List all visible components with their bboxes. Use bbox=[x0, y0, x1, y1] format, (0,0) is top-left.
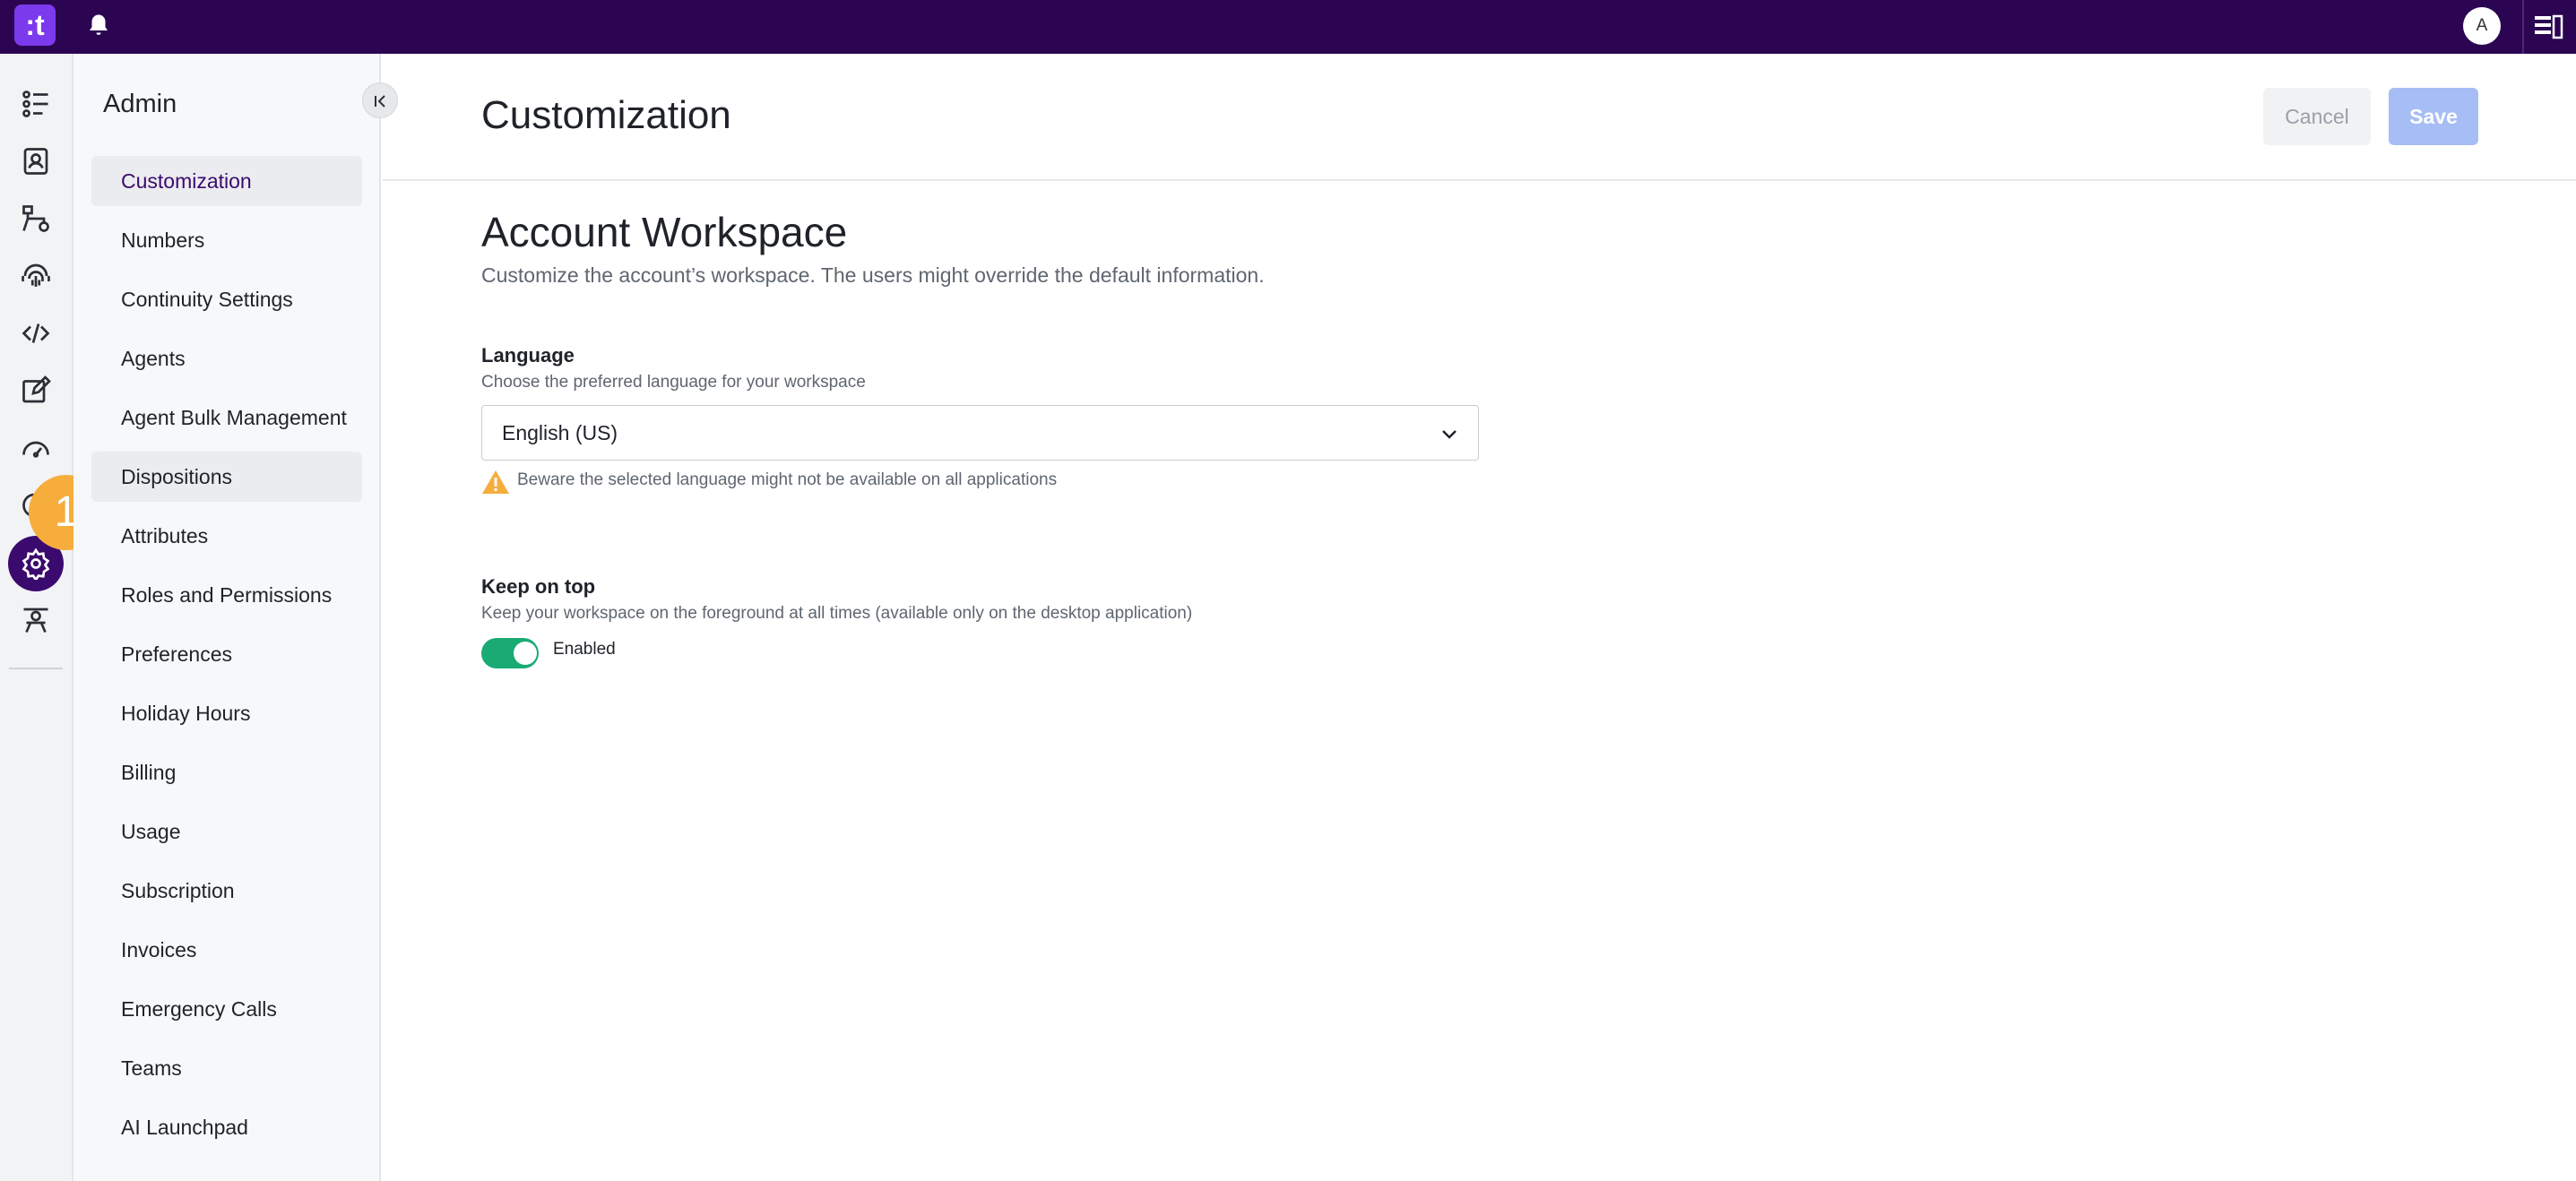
language-select-value: English (US) bbox=[502, 421, 618, 444]
sidebar-item-numbers[interactable]: Numbers bbox=[91, 215, 362, 265]
sidebar-item-dispositions[interactable]: Dispositions bbox=[91, 452, 362, 502]
cancel-button[interactable]: Cancel bbox=[2263, 88, 2371, 145]
flow-icon[interactable] bbox=[20, 203, 52, 235]
sidebar-item-roles-and-permissions[interactable]: Roles and Permissions bbox=[91, 570, 362, 620]
language-select[interactable]: English (US) bbox=[481, 405, 1479, 461]
edit-icon[interactable] bbox=[20, 375, 52, 407]
speedometer-icon[interactable] bbox=[20, 432, 52, 464]
fingerprint-icon[interactable] bbox=[20, 260, 52, 292]
section-title: Account Workspace bbox=[481, 209, 848, 255]
language-warning: Beware the selected language might not b… bbox=[517, 470, 1058, 489]
keep-on-top-toggle[interactable] bbox=[481, 638, 539, 668]
top-bar: :t A bbox=[0, 0, 2576, 54]
sidebar-item-invoices[interactable]: Invoices bbox=[91, 925, 362, 975]
sidebar-item-subscription[interactable]: Subscription bbox=[91, 866, 362, 916]
sidebar-title: Admin bbox=[103, 90, 177, 118]
save-button[interactable]: Save bbox=[2389, 88, 2478, 145]
topbar-divider bbox=[2522, 0, 2524, 54]
rail-divider bbox=[9, 668, 63, 669]
keep-on-top-label: Keep on top bbox=[481, 575, 596, 598]
sidebar-item-usage[interactable]: Usage bbox=[91, 806, 362, 857]
icon-rail: 1 bbox=[0, 54, 104, 1181]
code-icon[interactable] bbox=[20, 317, 52, 349]
keep-on-top-state: Enabled bbox=[553, 640, 616, 659]
main-content: Customization Cancel Save Account Worksp… bbox=[383, 54, 2576, 1181]
language-label: Language bbox=[481, 344, 575, 366]
sidebar-item-emergency-calls[interactable]: Emergency Calls bbox=[91, 984, 362, 1034]
list-icon[interactable] bbox=[20, 88, 52, 120]
contacts-book-icon[interactable] bbox=[20, 145, 52, 177]
language-help: Choose the preferred language for your w… bbox=[481, 373, 866, 392]
bell-icon[interactable] bbox=[85, 13, 112, 39]
sidebar-item-customization[interactable]: Customization bbox=[91, 156, 362, 206]
sidebar-item-continuity-settings[interactable]: Continuity Settings bbox=[91, 274, 362, 324]
admin-sidebar: Admin Customization Numbers Continuity S… bbox=[73, 54, 398, 1181]
chevron-down-icon bbox=[1442, 430, 1457, 439]
header-divider bbox=[383, 179, 2576, 181]
toggle-knob bbox=[514, 642, 537, 665]
avatar[interactable]: A bbox=[2463, 7, 2501, 45]
app-logo[interactable]: :t bbox=[14, 4, 56, 46]
sidebar-item-preferences[interactable]: Preferences bbox=[91, 629, 362, 679]
page-title: Customization bbox=[481, 93, 731, 137]
keep-on-top-help: Keep your workspace on the foreground at… bbox=[481, 604, 1193, 623]
sidebar-item-teams[interactable]: Teams bbox=[91, 1043, 362, 1093]
section-description: Customize the account’s workspace. The u… bbox=[481, 263, 1265, 287]
sidebar-panel-icon[interactable] bbox=[2533, 14, 2563, 39]
sidebar-item-agent-bulk-management[interactable]: Agent Bulk Management bbox=[91, 392, 362, 443]
sidebar-item-agents[interactable]: Agents bbox=[91, 333, 362, 384]
gear-icon[interactable] bbox=[20, 547, 52, 582]
agent-desk-icon[interactable] bbox=[20, 604, 52, 636]
sidebar-item-holiday-hours[interactable]: Holiday Hours bbox=[91, 688, 362, 738]
sidebar-item-ai-launchpad[interactable]: AI Launchpad bbox=[91, 1102, 362, 1152]
warning-icon bbox=[482, 470, 509, 494]
sidebar-item-billing[interactable]: Billing bbox=[91, 747, 362, 797]
sidebar-item-attributes[interactable]: Attributes bbox=[91, 511, 362, 561]
